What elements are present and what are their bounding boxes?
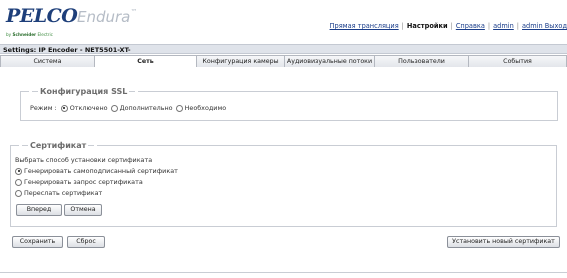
- radio-button[interactable]: [110, 104, 118, 112]
- nav-separator: |: [516, 22, 520, 30]
- tab-av-streams[interactable]: Аудиовизуальные потоки: [285, 55, 375, 67]
- schneider-logo: by Schneider Electric: [6, 32, 53, 37]
- nav-help[interactable]: Справка: [456, 22, 485, 30]
- tab-camera-config[interactable]: Конфигурация камеры: [197, 55, 285, 67]
- tab-events[interactable]: События: [469, 55, 567, 67]
- radio-button[interactable]: [15, 167, 22, 175]
- radio-button[interactable]: [15, 189, 22, 197]
- settings-title-bar: Settings: IP Encoder - NET5501-XT-: [0, 44, 567, 54]
- radio-button[interactable]: [60, 104, 68, 112]
- cert-request-option[interactable]: Генерировать запрос сертификата: [15, 178, 143, 186]
- certificate-prompt: Выбрать способ установки сертификата: [15, 156, 153, 164]
- cert-self-signed-option[interactable]: Генерировать самоподписанный сертификат: [15, 167, 178, 175]
- footer-divider: [0, 272, 567, 273]
- reset-button[interactable]: Сброс: [67, 236, 105, 248]
- radio-button[interactable]: [175, 104, 183, 112]
- nav-logout[interactable]: admin Выход: [522, 22, 567, 30]
- pelco-logo: PELCO: [6, 5, 78, 27]
- radio-button[interactable]: [15, 178, 22, 186]
- page-title: Settings: IP Encoder - NET5501-XT-: [3, 46, 131, 54]
- nav-live-view[interactable]: Прямая трансляция: [330, 22, 399, 30]
- tab-system[interactable]: Система: [0, 55, 95, 67]
- ssl-config-legend: Конфигурация SSL: [29, 87, 139, 96]
- app-header: PELCO Endura™ by Schneider Electric Прям…: [0, 0, 567, 44]
- nav-user[interactable]: admin: [493, 22, 514, 30]
- save-button[interactable]: Сохранить: [12, 236, 63, 248]
- nav-separator: |: [401, 22, 404, 30]
- ssl-mode-optional-option[interactable]: Дополнительно: [110, 104, 173, 112]
- ssl-mode-required-option[interactable]: Необходимо: [175, 104, 226, 112]
- nav-settings[interactable]: Настройки: [407, 22, 448, 30]
- tab-network[interactable]: Сеть: [95, 55, 197, 67]
- next-button[interactable]: Вперед: [16, 204, 62, 216]
- cert-upload-option[interactable]: Переслать сертификат: [15, 189, 102, 197]
- ssl-mode-disabled-option[interactable]: Отключено: [60, 104, 108, 112]
- nav-separator: |: [450, 22, 453, 30]
- ssl-mode-row: Режим : Отключено Дополнительно Необходи…: [30, 104, 229, 112]
- settings-tabs: Система Сеть Конфигурация камеры Аудиови…: [0, 55, 567, 67]
- nav-separator: |: [487, 22, 491, 30]
- install-new-certificate-button[interactable]: Установить новый сертификат: [447, 236, 560, 248]
- top-navigation: Прямая трансляция | Настройки | Справка | admi…: [330, 22, 567, 30]
- tab-users[interactable]: Пользователи: [375, 55, 469, 67]
- cancel-button[interactable]: Отмена: [64, 204, 102, 216]
- endura-logo: Endura™: [77, 8, 138, 26]
- certificate-legend: Сертификат: [19, 141, 98, 150]
- ssl-mode-label: Режим :: [30, 104, 57, 112]
